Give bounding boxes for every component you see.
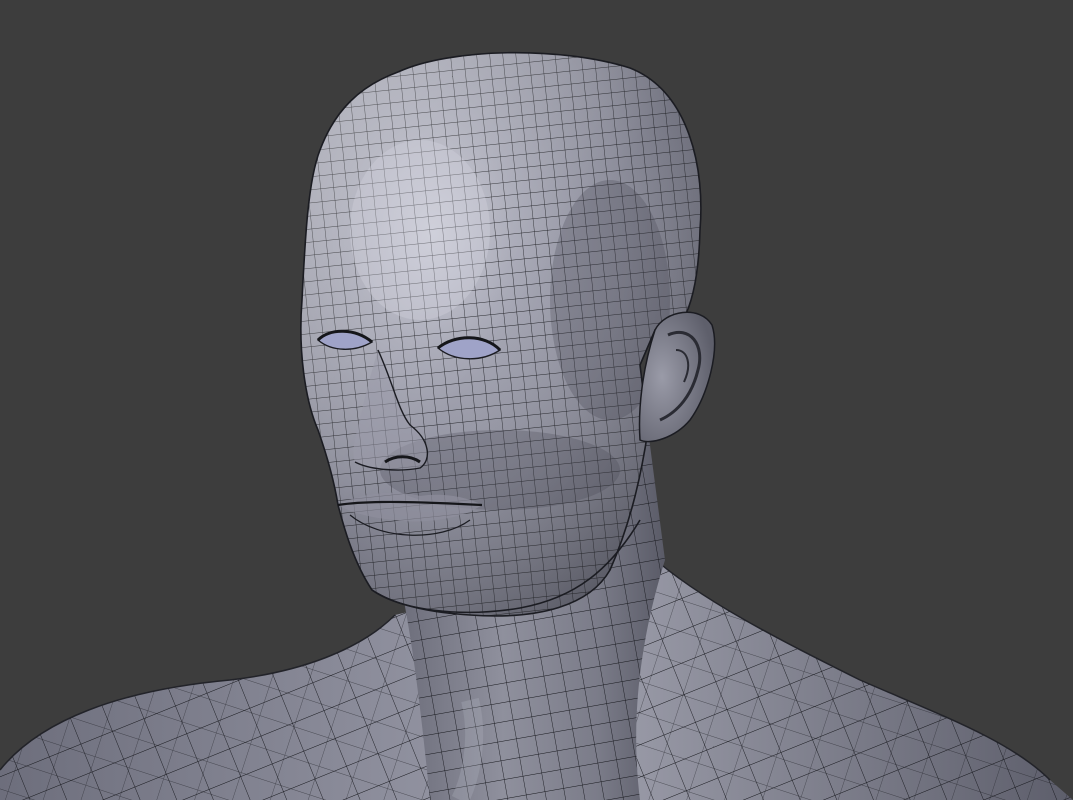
head-wireframe-render — [0, 0, 1073, 800]
3d-viewport[interactable] — [0, 0, 1073, 800]
